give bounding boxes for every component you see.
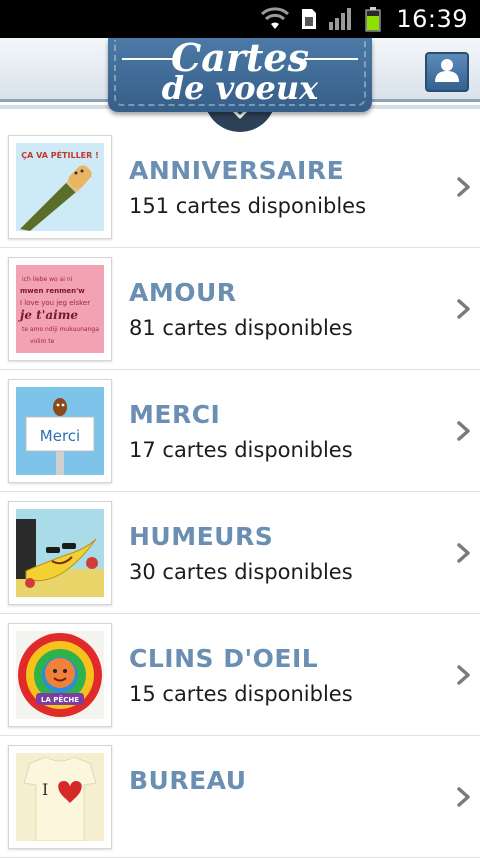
category-count: 17 cartes disponibles	[129, 438, 353, 462]
svg-text:I love you jeg elsker: I love you jeg elsker	[20, 299, 90, 307]
category-row-amour[interactable]: ich liebe wo ai ni mwen renmen'w I love …	[0, 248, 480, 370]
category-thumbnail: ich liebe wo ai ni mwen renmen'w I love …	[8, 257, 112, 361]
peach-badge-thumbnail-image: LA PÊCHE	[16, 631, 104, 719]
category-row-humeurs[interactable]: HUMEURS 30 cartes disponibles	[0, 492, 480, 614]
category-count: 15 cartes disponibles	[129, 682, 353, 706]
category-thumbnail	[8, 501, 112, 605]
category-count: 30 cartes disponibles	[129, 560, 353, 584]
app-logo: Cartes de voeux	[108, 38, 372, 112]
logo-title-line2: de voeux	[161, 69, 319, 107]
svg-text:volim te: volim te	[30, 338, 55, 345]
signal-icon	[328, 7, 354, 31]
category-title: AMOUR	[129, 278, 237, 307]
thumb-caption: Merci	[40, 427, 80, 445]
merci-sign-thumbnail-image: Merci	[16, 387, 104, 475]
sim-card-icon	[300, 7, 318, 31]
status-icons: 16:39	[260, 0, 480, 38]
category-count: 151 cartes disponibles	[129, 194, 367, 218]
category-title: HUMEURS	[129, 522, 274, 551]
i-love-tshirt-thumbnail-image: I	[16, 753, 104, 841]
logo-title-line1: Cartes	[170, 38, 309, 80]
svg-text:mwen renmen'w: mwen renmen'w	[20, 287, 85, 295]
chevron-right-icon	[456, 664, 472, 690]
chevron-right-icon	[456, 786, 472, 812]
category-row-clins-d-oeil[interactable]: LA PÊCHE CLINS D'OEIL 15 cartes disponib…	[0, 614, 480, 736]
logo-left-line	[122, 58, 176, 60]
logo-right-line	[304, 58, 358, 60]
category-thumbnail: Merci	[8, 379, 112, 483]
profile-icon	[432, 57, 462, 87]
category-title: ANNIVERSAIRE	[129, 156, 345, 185]
banana-thumbnail-image	[16, 509, 104, 597]
chevron-right-icon	[456, 542, 472, 568]
chevron-right-icon	[456, 298, 472, 324]
profile-button[interactable]	[425, 52, 469, 92]
category-row-merci[interactable]: Merci MERCI 17 cartes disponibles	[0, 370, 480, 492]
svg-text:te amo ndiji mukuunanga: te amo ndiji mukuunanga	[22, 326, 99, 333]
category-thumbnail: I	[8, 745, 112, 849]
category-row-anniversaire[interactable]: ÇA VA PÉTILLER ! ANNIVERSAIRE 151 cartes…	[0, 126, 480, 248]
wifi-icon	[260, 7, 290, 31]
category-thumbnail: ÇA VA PÉTILLER !	[8, 135, 112, 239]
battery-icon	[364, 6, 382, 32]
category-title: MERCI	[129, 400, 221, 429]
thumb-caption: ÇA VA PÉTILLER !	[21, 149, 99, 160]
thumb-caption: I	[42, 780, 48, 799]
chevron-right-icon	[456, 176, 472, 202]
thumb-caption: je t'aime	[18, 308, 78, 322]
champagne-thumbnail-image: ÇA VA PÉTILLER !	[16, 143, 104, 231]
category-thumbnail: LA PÊCHE	[8, 623, 112, 727]
category-count: 81 cartes disponibles	[129, 316, 353, 340]
chevron-right-icon	[456, 420, 472, 446]
status-bar: 16:39	[0, 0, 480, 38]
status-clock: 16:39	[396, 5, 468, 33]
category-row-bureau[interactable]: I BUREAU	[0, 736, 480, 858]
thumb-caption: LA PÊCHE	[41, 695, 79, 704]
svg-text:ich liebe wo ai ni: ich liebe wo ai ni	[22, 276, 73, 283]
love-words-thumbnail-image: ich liebe wo ai ni mwen renmen'w I love …	[16, 265, 104, 353]
category-title: CLINS D'OEIL	[129, 644, 319, 673]
category-title: BUREAU	[129, 766, 247, 795]
category-list: ÇA VA PÉTILLER ! ANNIVERSAIRE 151 cartes…	[0, 126, 480, 858]
